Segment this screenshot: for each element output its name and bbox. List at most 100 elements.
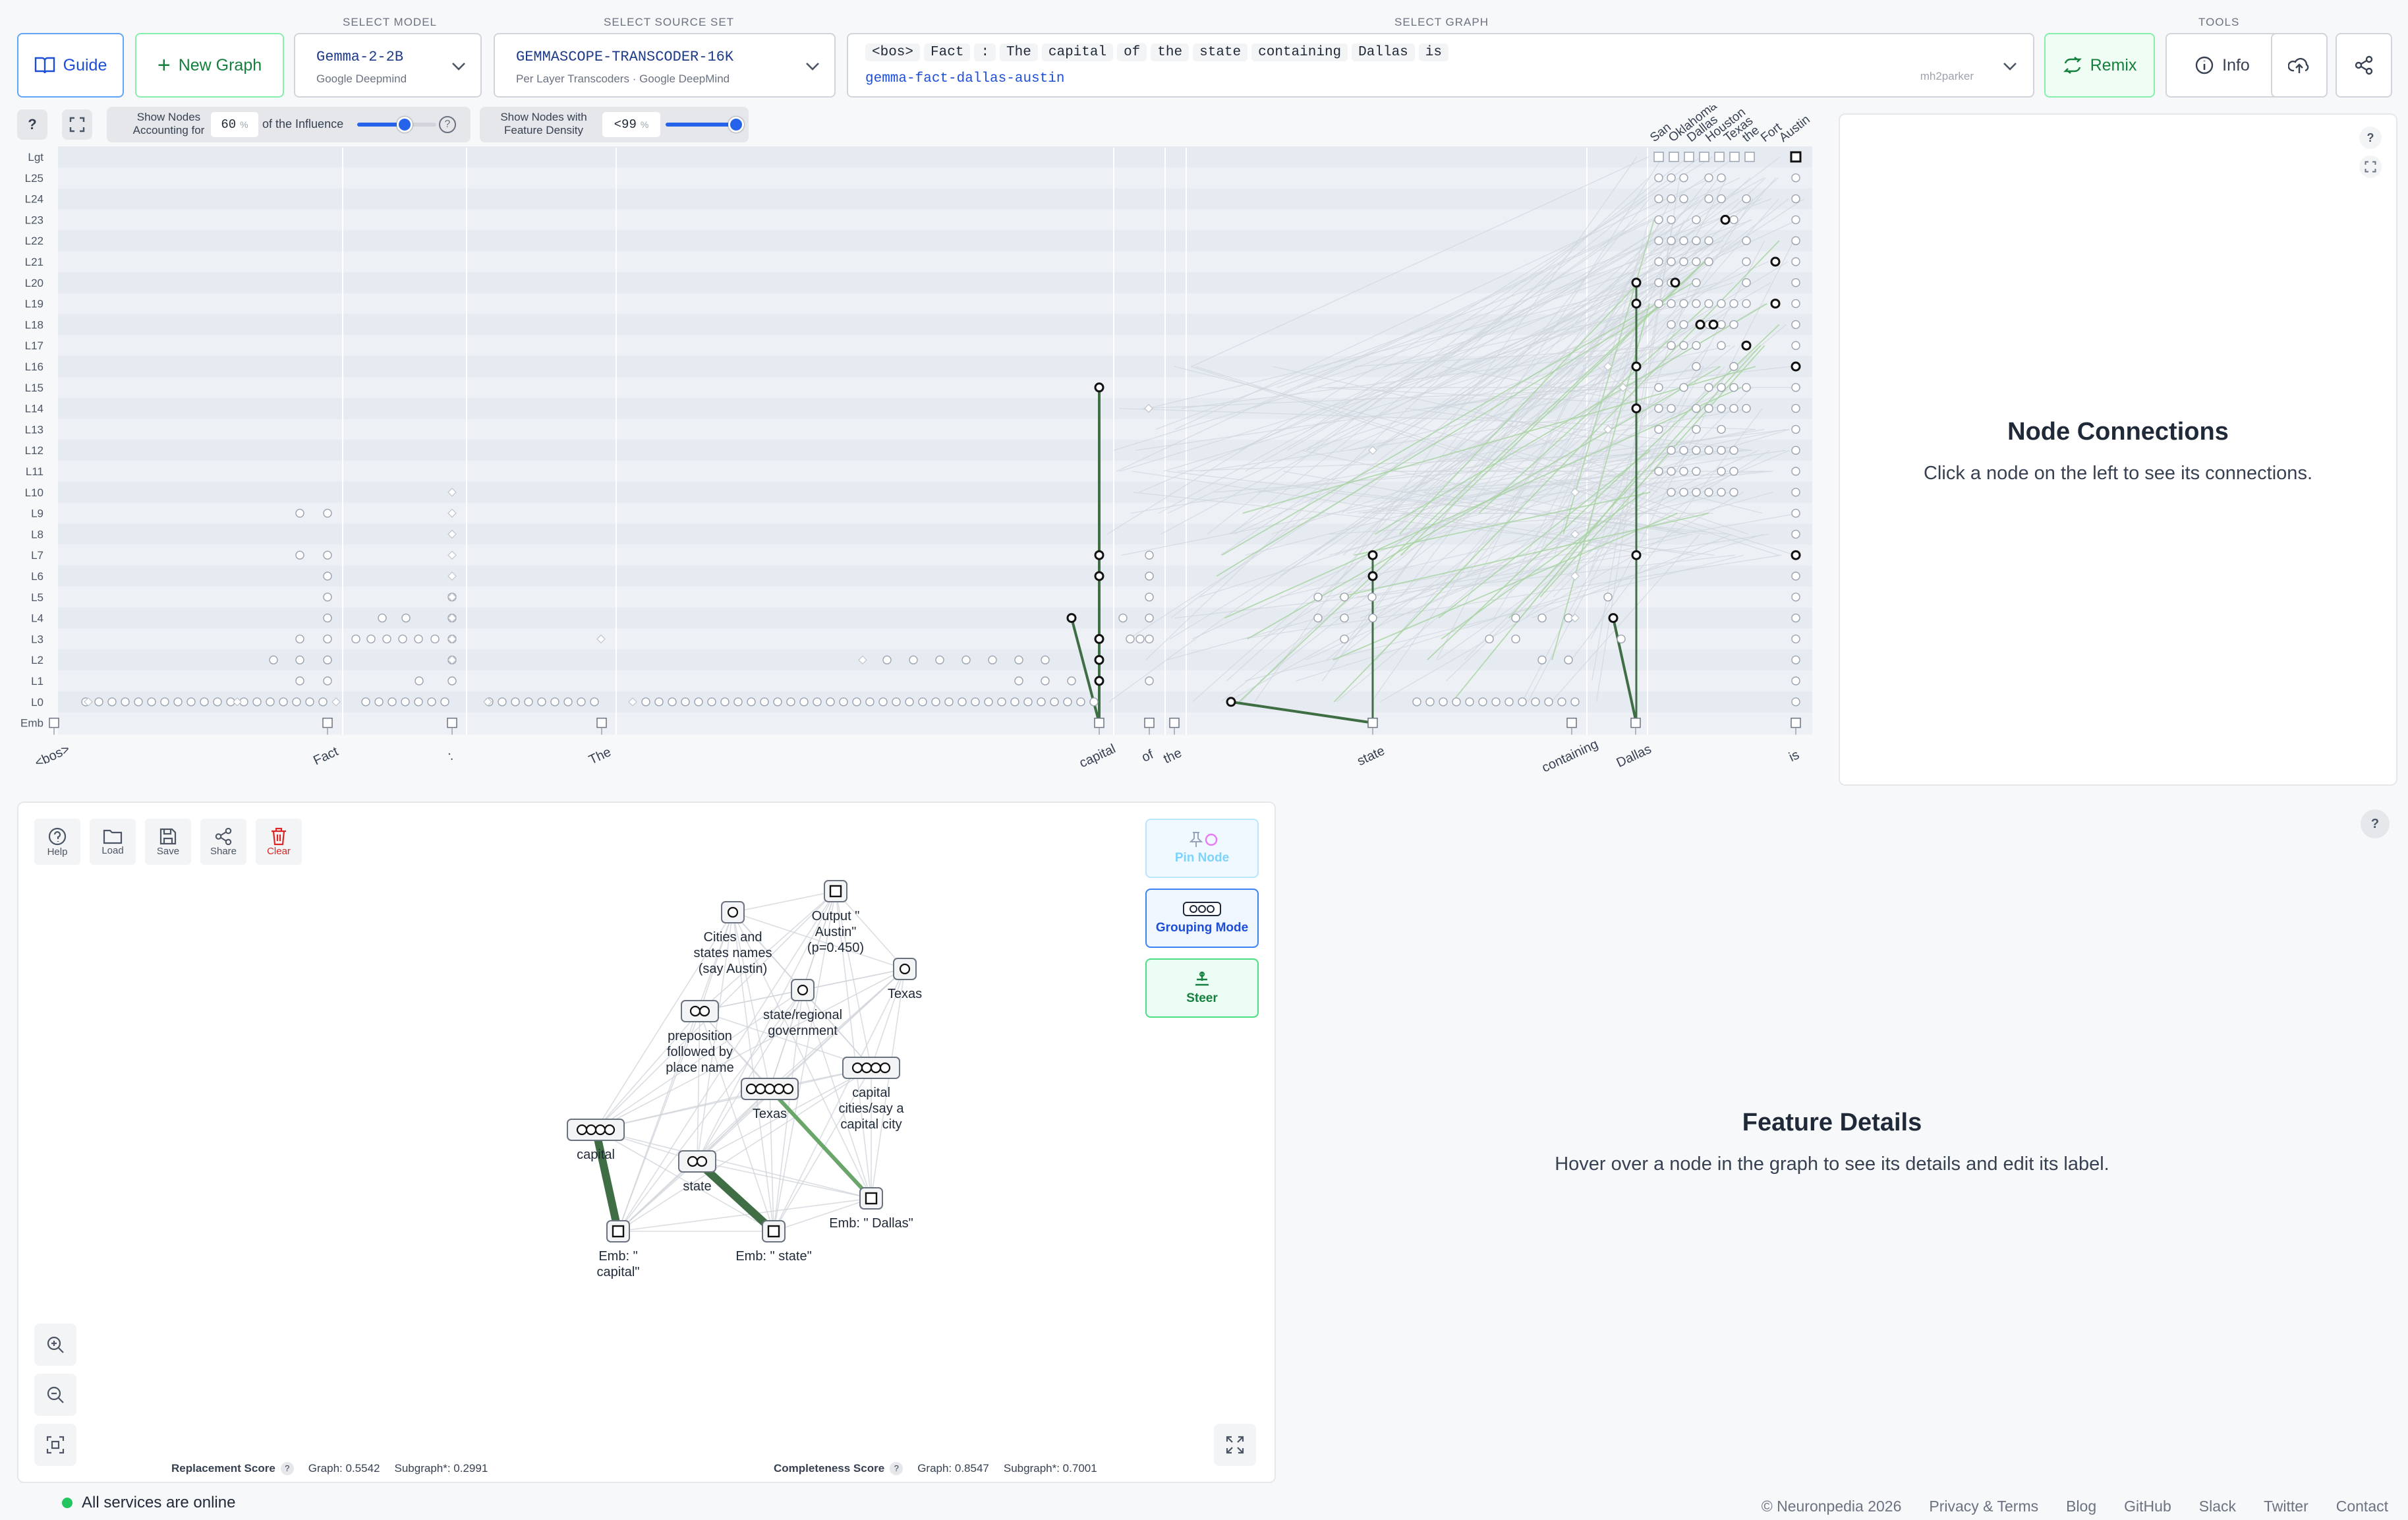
- feature-node: [1717, 424, 1726, 434]
- subgraph-edge: [595, 968, 905, 1130]
- embedding-node: [49, 717, 59, 728]
- feature-node: [351, 634, 360, 644]
- feature-node: [1557, 697, 1566, 707]
- footer-link-twitter[interactable]: Twitter: [2264, 1498, 2308, 1515]
- score-help-icon[interactable]: ?: [280, 1462, 294, 1475]
- subgraph-edges: [592, 891, 905, 1235]
- feature-node: [1041, 655, 1050, 664]
- feature-node: [760, 697, 769, 707]
- node-circle-icon: [782, 1083, 794, 1095]
- feature-node: [1679, 299, 1688, 308]
- footer-link-privacy[interactable]: Privacy & Terms: [1929, 1498, 2038, 1515]
- feature-node: [1631, 550, 1642, 560]
- feature-node: [1089, 697, 1099, 707]
- upload-button[interactable]: [2271, 33, 2328, 98]
- node-circle-icon: [755, 1083, 766, 1095]
- feature-node: [1544, 697, 1553, 707]
- load-tool-button[interactable]: Load: [90, 819, 136, 865]
- feature-node: [773, 697, 782, 707]
- layer-label: L6: [31, 570, 43, 583]
- node-circle-icon: [689, 1005, 701, 1017]
- node-circle-icon: [870, 1062, 882, 1074]
- feature-node: [865, 697, 874, 707]
- node-square-icon: [612, 1225, 625, 1238]
- fit-view-button[interactable]: [34, 1424, 76, 1466]
- node-circle-icon: [576, 1124, 588, 1136]
- feature-node: [1791, 341, 1800, 350]
- feature-node: [414, 634, 423, 644]
- save-tool-button[interactable]: Save: [145, 819, 191, 865]
- share-tool-button[interactable]: Share: [200, 819, 246, 865]
- feature-node: [1729, 299, 1738, 308]
- feature-node: [1010, 697, 1019, 707]
- feature-node: [1667, 173, 1676, 183]
- model-org: Google Deepmind: [316, 73, 407, 85]
- share-button[interactable]: [2336, 33, 2392, 98]
- graph-author: mh2parker: [1920, 70, 1974, 82]
- node-square-icon: [767, 1225, 780, 1238]
- model-select[interactable]: Gemma-2-2B Google Deepmind: [294, 33, 482, 98]
- feature-node: [1692, 467, 1701, 476]
- feature-node: [1717, 467, 1726, 476]
- new-graph-button[interactable]: + New Graph: [135, 33, 284, 98]
- subgraph-node-label: Cities and states names (say Austin): [694, 930, 772, 976]
- connections-help-button[interactable]: ?: [2359, 127, 2382, 149]
- footer-link-github[interactable]: GitHub: [2124, 1498, 2171, 1515]
- feature-node: [1094, 550, 1104, 560]
- fullscreen-button[interactable]: [1214, 1424, 1256, 1466]
- node-circle-icon: [745, 1083, 757, 1095]
- status-text: All services are online: [82, 1494, 236, 1511]
- zoom-in-button[interactable]: [34, 1324, 76, 1366]
- info-button[interactable]: Info: [2165, 33, 2279, 98]
- feature-node: [252, 697, 262, 707]
- graph-token: <bos>: [865, 44, 921, 61]
- subgraph-edge: [595, 1067, 872, 1130]
- feature-node: [1679, 236, 1688, 245]
- layer-band: [58, 272, 1812, 293]
- layer-label: L2: [31, 654, 43, 666]
- subgraph-edge: [617, 1161, 698, 1232]
- score-help-icon[interactable]: ?: [890, 1462, 903, 1475]
- feature-node: [577, 697, 586, 707]
- trash-icon: [272, 827, 286, 845]
- feature-node: [1704, 403, 1713, 413]
- feature-details-help-button[interactable]: ?: [2361, 809, 2390, 838]
- feature-node: [387, 697, 397, 707]
- steer-icon: [1195, 972, 1209, 986]
- node-circle-icon: [851, 1062, 863, 1074]
- node-circle-icon: [727, 906, 739, 918]
- clear-tool-button[interactable]: Clear: [256, 819, 302, 865]
- subgraph-canvas[interactable]: Output " Austin" (p=0.450) Cities and states…: [18, 803, 1277, 1484]
- footer-link-slack[interactable]: Slack: [2199, 1498, 2236, 1515]
- graph-token: The: [1000, 44, 1038, 61]
- zoom-out-button[interactable]: [34, 1374, 76, 1416]
- steer-button[interactable]: Steer: [1145, 958, 1259, 1018]
- subgraph-edge: [732, 912, 905, 970]
- feature-node: [1465, 697, 1474, 707]
- token-label: of: [1139, 747, 1156, 765]
- remix-button[interactable]: Remix: [2044, 33, 2155, 98]
- pin-node-button[interactable]: Pin Node: [1145, 819, 1259, 878]
- graph-select[interactable]: <bos> Fact : The capital of the state co…: [847, 33, 2034, 98]
- help-tool-button[interactable]: Help: [34, 819, 80, 865]
- feature-node: [799, 697, 809, 707]
- feature-node: [1313, 613, 1323, 623]
- footer-link-contact[interactable]: Contact: [2336, 1498, 2388, 1515]
- source-select[interactable]: GEMMASCOPE-TRANSCODER-16K Per Layer Tran…: [494, 33, 836, 98]
- layer-label: L16: [25, 361, 43, 373]
- feature-node: [430, 634, 440, 644]
- subgraph-edge: [697, 989, 803, 1162]
- subgraph-node-output: [824, 880, 847, 902]
- grouping-mode-button[interactable]: Grouping Mode: [1145, 889, 1259, 948]
- guide-button[interactable]: Guide: [17, 33, 124, 98]
- feature-node: [1023, 697, 1033, 707]
- attribution-graph[interactable]: Lgt L25 L24 L23 L22 L21 L20 L19 L18 L17 L16 L15 L14 L…: [0, 105, 1845, 778]
- footer-link-blog[interactable]: Blog: [2066, 1498, 2096, 1515]
- feature-node: [1791, 173, 1800, 183]
- connections-expand-button[interactable]: [2359, 156, 2382, 178]
- footer-links: © Neuronpedia 2026 Privacy & Terms Blog …: [1734, 1498, 2388, 1515]
- replacement-score-label: Replacement Score: [171, 1462, 275, 1475]
- subgraph-node-label: Emb: " Dallas": [829, 1216, 913, 1231]
- subgraph-edge: [732, 912, 872, 1068]
- token-label: :: [445, 749, 455, 763]
